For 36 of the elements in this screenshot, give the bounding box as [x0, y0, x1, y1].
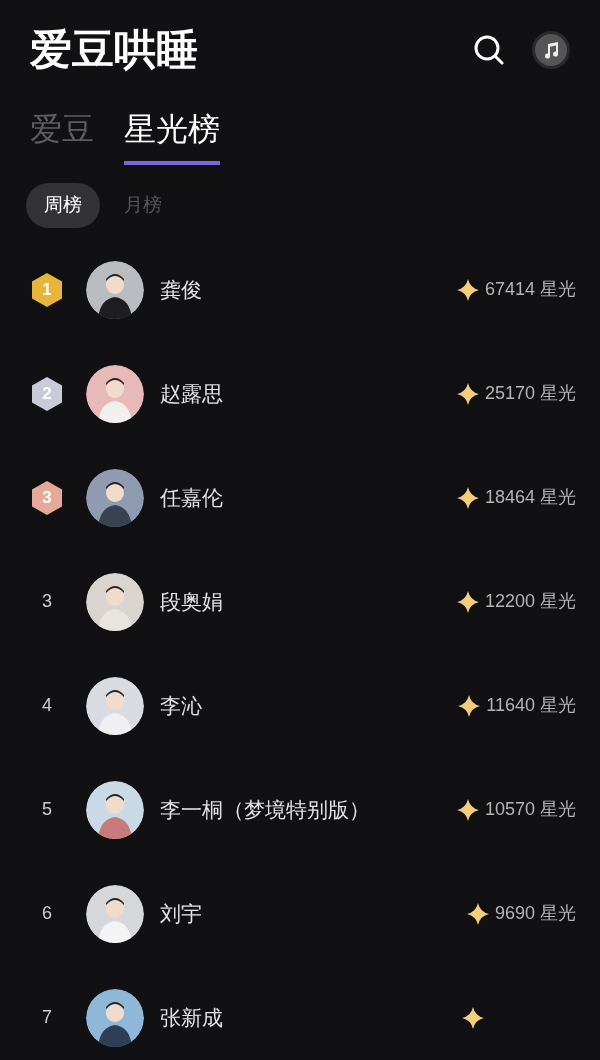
- rank-number: 7: [41, 1006, 53, 1029]
- sparkle-icon: [456, 278, 479, 301]
- rank-number: 4: [41, 694, 53, 717]
- search-icon[interactable]: [474, 34, 504, 65]
- tab[interactable]: 星光榜: [124, 105, 220, 165]
- music-button[interactable]: [532, 30, 570, 69]
- idol-name: 段奥娟: [160, 588, 224, 615]
- sparkle-icon: [466, 902, 489, 925]
- rank-number: 3: [41, 486, 53, 509]
- score: 9690 星光: [494, 902, 576, 925]
- idol-name: 龚俊: [160, 276, 203, 303]
- score: 67414 星光: [484, 278, 576, 301]
- sparkle-icon: [456, 486, 479, 509]
- rank-number: 6: [41, 902, 53, 925]
- score: 12200 星光: [484, 590, 576, 613]
- score: 11640 星光: [486, 694, 576, 717]
- score: 18464 星光: [484, 486, 576, 509]
- score: 10570 星光: [484, 798, 576, 821]
- idol-name: 张新成: [160, 1004, 224, 1031]
- idol-name: 任嘉伦: [160, 484, 224, 511]
- rank-number: 1: [41, 278, 53, 301]
- sparkle-icon: [458, 694, 481, 717]
- sparkle-icon: [456, 382, 479, 405]
- sparkle-icon: [462, 1006, 484, 1029]
- music-note-icon: [542, 40, 560, 59]
- rank-number: 5: [41, 798, 53, 821]
- idol-name: 李一桐（梦境特别版）: [160, 796, 371, 823]
- sparkle-icon: [456, 798, 479, 821]
- period-tab[interactable]: 周榜: [26, 183, 100, 228]
- idol-name: 赵露思: [160, 380, 224, 407]
- sparkle-icon: [456, 590, 479, 613]
- rank-number: 3: [41, 590, 53, 613]
- score: 25170 星光: [484, 382, 576, 405]
- idol-name: 李沁: [160, 692, 203, 719]
- idol-name: 刘宇: [160, 900, 203, 927]
- app-title: 爱豆哄睡: [30, 25, 198, 75]
